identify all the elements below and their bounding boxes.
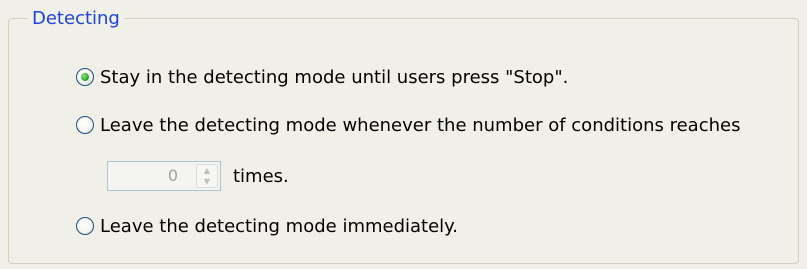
times-label: times. [233,165,289,187]
option-leave-immediately-label: Leave the detecting mode immediately. [100,215,458,237]
option-leave-on-count[interactable]: Leave the detecting mode whenever the nu… [76,113,740,137]
groupbox-title: Detecting [28,8,124,30]
option-leave-count-label: Leave the detecting mode whenever the nu… [100,114,741,136]
chevron-up-icon[interactable]: ▲ [197,165,217,176]
chevron-down-icon[interactable]: ▼ [197,176,217,187]
option-leave-immediately[interactable]: Leave the detecting mode immediately. [76,214,458,238]
spin-buttons[interactable]: ▲ ▼ [196,164,218,188]
condition-count-spinbox[interactable]: 0 ▲ ▼ [107,161,221,191]
condition-count-row: 0 ▲ ▼ times. [107,161,289,191]
option-stay-until-stop[interactable]: Stay in the detecting mode until users p… [76,65,568,89]
radio-unselected-icon[interactable] [76,217,94,235]
radio-selected-icon[interactable] [76,68,94,86]
radio-unselected-icon[interactable] [76,116,94,134]
option-stay-label: Stay in the detecting mode until users p… [100,66,569,88]
spin-value[interactable]: 0 [168,166,178,185]
